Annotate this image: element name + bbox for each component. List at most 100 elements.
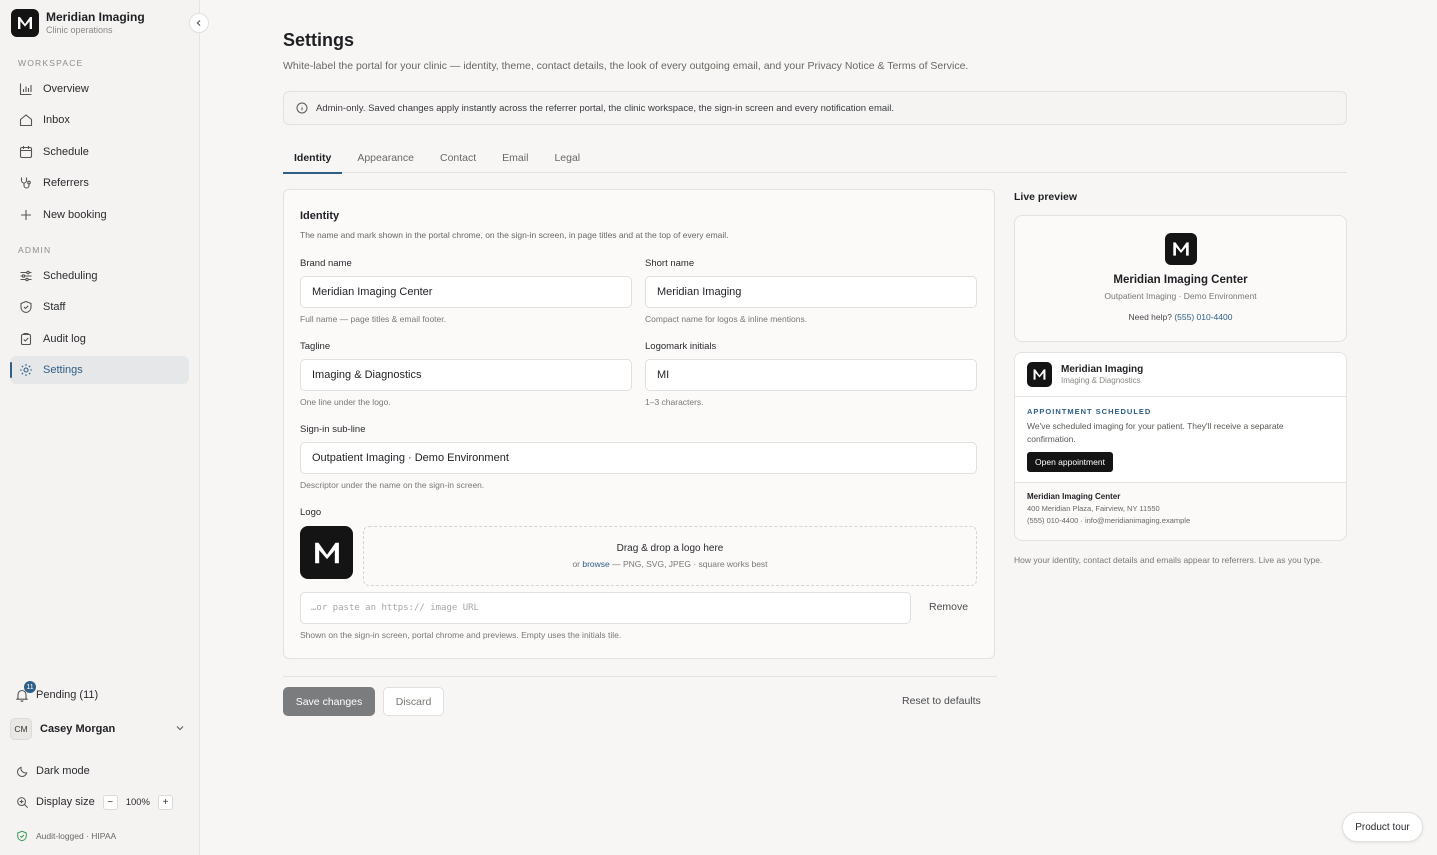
bell-icon: 11 bbox=[14, 681, 36, 703]
brand-name-input[interactable]: Meridian Imaging Center bbox=[300, 276, 632, 308]
stethoscope-icon bbox=[18, 175, 34, 191]
sidebar-item-label: Referrers bbox=[43, 177, 89, 189]
brand[interactable]: Meridian Imaging Clinic operations bbox=[11, 9, 145, 37]
home-icon bbox=[18, 112, 34, 128]
workspace-section-label: WORKSPACE bbox=[18, 58, 84, 68]
logo-label: Logo bbox=[300, 507, 322, 518]
email-footer-address: 400 Meridian Plaza, Fairview, NY 11550 bbox=[1027, 504, 1160, 513]
bar-chart-icon bbox=[18, 81, 34, 97]
email-footer-name: Meridian Imaging Center bbox=[1027, 492, 1121, 501]
sidebar-item-label: Staff bbox=[43, 301, 66, 313]
compliance-status: Audit-logged · HIPAA bbox=[14, 828, 116, 844]
tagline-label: Tagline bbox=[300, 341, 331, 352]
zoom-value: 100% bbox=[125, 796, 150, 808]
info-icon bbox=[296, 102, 308, 114]
email-footer: Meridian Imaging Center 400 Meridian Pla… bbox=[1015, 483, 1346, 525]
chevron-down-icon bbox=[175, 722, 185, 736]
zoom-out-button[interactable]: − bbox=[102, 794, 118, 810]
brand-name-label: Brand name bbox=[300, 258, 352, 269]
sidebar-item-label: Overview bbox=[43, 83, 89, 95]
m-logo-icon bbox=[18, 17, 32, 29]
gear-icon bbox=[18, 362, 34, 378]
preview-caption: How your identity, contact details and e… bbox=[1014, 555, 1323, 565]
display-size-label: Display size bbox=[36, 796, 95, 808]
initials-input[interactable]: MI bbox=[645, 359, 977, 391]
clipboard-icon bbox=[18, 331, 34, 347]
shield-icon bbox=[18, 299, 34, 315]
m-logo-icon bbox=[1172, 242, 1189, 256]
sidebar-item-schedule[interactable]: Schedule bbox=[10, 138, 189, 166]
email-kicker: APPOINTMENT SCHEDULED bbox=[1027, 407, 1152, 416]
sidebar-item-referrers[interactable]: Referrers bbox=[10, 169, 189, 197]
live-preview-title: Live preview bbox=[1014, 191, 1078, 203]
page-title: Settings bbox=[283, 30, 355, 50]
zoom-in-button[interactable]: + bbox=[158, 794, 173, 810]
identity-title: Identity bbox=[300, 210, 340, 222]
brand-title: Meridian Imaging bbox=[46, 10, 145, 24]
initials-help: 1–3 characters. bbox=[645, 397, 704, 407]
signin-subline-input[interactable]: Outpatient Imaging · Demo Environment bbox=[300, 442, 977, 474]
preview-subline: Outpatient Imaging · Demo Environment bbox=[1104, 291, 1257, 301]
reset-defaults-button[interactable]: Reset to defaults bbox=[902, 695, 981, 707]
remove-logo-button[interactable]: Remove bbox=[929, 601, 968, 613]
sidebar-item-new-booking[interactable]: New booking bbox=[10, 201, 189, 229]
dark-mode-toggle[interactable]: Dark mode bbox=[14, 763, 90, 779]
brand-name-help: Full name — page titles & email footer. bbox=[300, 314, 446, 324]
short-name-input[interactable]: Meridian Imaging bbox=[645, 276, 977, 308]
sidebar-item-label: Scheduling bbox=[43, 270, 98, 282]
user-name: Casey Morgan bbox=[40, 723, 116, 735]
email-header: Meridian Imaging Imaging & Diagnostics bbox=[1015, 353, 1346, 397]
compliance-label: Audit-logged · HIPAA bbox=[36, 831, 117, 841]
pending-badge: 11 bbox=[24, 681, 36, 693]
discard-button[interactable]: Discard bbox=[383, 687, 444, 716]
identity-description: The name and mark shown in the portal ch… bbox=[300, 230, 729, 240]
sidebar-item-label: Settings bbox=[43, 364, 83, 376]
tab-email[interactable]: Email bbox=[491, 143, 539, 173]
sidebar-item-scheduling[interactable]: Scheduling bbox=[10, 262, 189, 290]
collapse-sidebar-button[interactable] bbox=[189, 13, 209, 33]
pending-notifications[interactable]: 11 Pending (11) bbox=[14, 681, 98, 703]
calendar-icon bbox=[18, 144, 34, 160]
open-appointment-button: Open appointment bbox=[1027, 452, 1113, 472]
email-logo bbox=[1027, 362, 1052, 387]
email-header-tagline: Imaging & Diagnostics bbox=[1061, 376, 1141, 385]
tab-identity[interactable]: Identity bbox=[283, 143, 343, 174]
divider bbox=[283, 676, 997, 677]
email-footer-contact: (555) 010-4400 · info@meridianimaging.ex… bbox=[1027, 516, 1191, 525]
sidebar-item-settings[interactable]: Settings bbox=[10, 356, 189, 384]
sidebar-item-label: Schedule bbox=[43, 146, 89, 158]
tab-legal[interactable]: Legal bbox=[543, 143, 591, 173]
sidebar-item-label: Audit log bbox=[43, 333, 86, 345]
tab-appearance[interactable]: Appearance bbox=[346, 143, 425, 173]
display-size-control: Display size − 100% + bbox=[14, 794, 173, 810]
email-preview: Meridian Imaging Imaging & Diagnostics A… bbox=[1014, 352, 1347, 541]
identity-card: Identity The name and mark shown in the … bbox=[283, 189, 995, 659]
admin-notice: Admin-only. Saved changes apply instantl… bbox=[283, 91, 1347, 125]
save-changes-button[interactable]: Save changes bbox=[283, 687, 375, 716]
product-tour-button[interactable]: Product tour bbox=[1342, 812, 1423, 842]
sidebar-item-audit-log[interactable]: Audit log bbox=[10, 325, 189, 353]
logo-dropzone[interactable]: Drag & drop a logo here or browse — PNG,… bbox=[363, 526, 977, 586]
tagline-input[interactable]: Imaging & Diagnostics bbox=[300, 359, 632, 391]
user-menu[interactable]: CM Casey Morgan bbox=[10, 716, 189, 742]
sidebar-item-staff[interactable]: Staff bbox=[10, 293, 189, 321]
sidebar: Meridian Imaging Clinic operations WORKS… bbox=[0, 0, 200, 855]
logo-url-input[interactable]: …or paste an https:// image URL bbox=[300, 592, 911, 624]
page-description: White-label the portal for your clinic —… bbox=[283, 60, 969, 72]
signin-preview: Meridian Imaging Center Outpatient Imagi… bbox=[1014, 215, 1347, 342]
initials-label: Logomark initials bbox=[645, 341, 717, 352]
shield-check-icon bbox=[14, 828, 30, 844]
tab-contact[interactable]: Contact bbox=[429, 143, 487, 173]
short-name-help: Compact name for logos & inline mentions… bbox=[645, 314, 808, 324]
moon-icon bbox=[14, 763, 30, 779]
preview-brand-name: Meridian Imaging Center bbox=[1113, 274, 1248, 286]
tagline-help: One line under the logo. bbox=[300, 397, 391, 407]
notice-text: Admin-only. Saved changes apply instantl… bbox=[316, 102, 895, 114]
avatar: CM bbox=[10, 718, 32, 740]
preview-phone: (555) 010-4400 bbox=[1174, 312, 1233, 322]
dropzone-hint: or browse — PNG, SVG, JPEG · square work… bbox=[572, 559, 768, 569]
sidebar-item-overview[interactable]: Overview bbox=[10, 75, 189, 103]
browse-link[interactable]: browse bbox=[582, 559, 609, 569]
zoom-icon bbox=[14, 794, 30, 810]
sidebar-item-inbox[interactable]: Inbox bbox=[10, 106, 189, 134]
